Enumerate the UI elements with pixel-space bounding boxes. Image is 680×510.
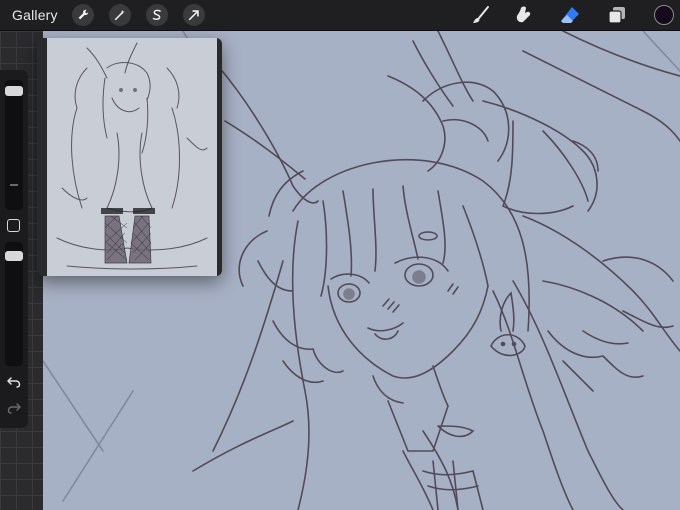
adjustments-button[interactable]	[108, 4, 131, 26]
layers-button[interactable]	[604, 3, 630, 27]
left-sidebar	[0, 70, 28, 428]
modify-square-button[interactable]	[7, 219, 20, 232]
brush-icon	[473, 6, 489, 23]
transform-arrow-icon	[188, 10, 199, 21]
magic-wand-icon	[114, 9, 125, 21]
reference-sketch-thumbnail	[47, 38, 217, 276]
color-picker-button[interactable]	[654, 5, 674, 25]
selection-button[interactable]	[145, 4, 168, 26]
gallery-button[interactable]: Gallery	[12, 7, 58, 23]
smudge-icon	[516, 6, 531, 23]
brush-opacity-thumb[interactable]	[5, 251, 23, 261]
eraser-tool-button[interactable]	[557, 3, 583, 27]
selection-s-icon	[152, 9, 161, 20]
transform-button[interactable]	[182, 4, 205, 26]
top-toolbar: Gallery	[0, 0, 680, 31]
smudge-tool-button[interactable]	[511, 3, 537, 27]
reference-window[interactable]	[37, 38, 222, 276]
wrench-icon	[78, 9, 88, 20]
brush-size-slider[interactable]	[5, 80, 23, 210]
brush-size-thumb[interactable]	[5, 86, 23, 96]
undo-icon[interactable]	[6, 374, 22, 390]
redo-icon[interactable]	[6, 400, 22, 416]
slider-midpoint-marker	[10, 184, 18, 186]
eraser-icon	[561, 7, 579, 23]
actions-wrench-button[interactable]	[71, 4, 94, 26]
brush-opacity-slider[interactable]	[5, 242, 23, 366]
reference-sketch	[56, 42, 208, 270]
brush-tool-button[interactable]	[468, 3, 494, 27]
layers-icon	[608, 7, 625, 24]
